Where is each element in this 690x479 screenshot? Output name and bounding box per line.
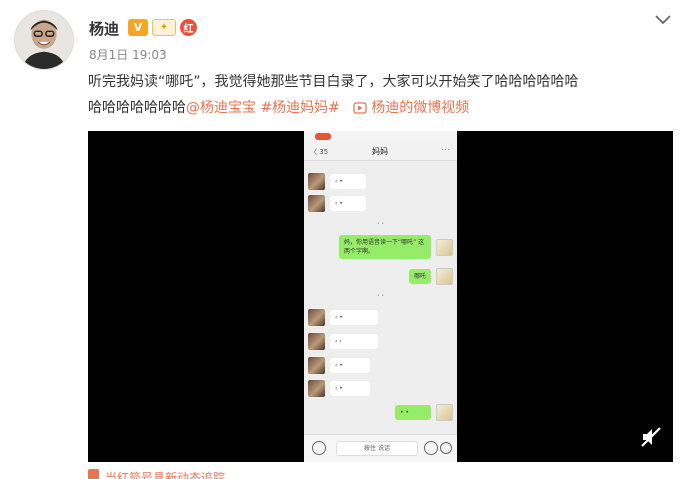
chat-avatar (436, 404, 453, 421)
footer-icon (88, 469, 99, 479)
text-bubble: 妈，你用语音读一下“哪吒” 这两个字啊。 (339, 235, 431, 259)
chat-message: 妈，你用语音读一下“哪吒” 这两个字啊。 (339, 235, 453, 259)
chat-input-bar: 按住 说话 (304, 434, 457, 462)
voice-icon (312, 441, 326, 455)
chat-message: ‹ • (308, 195, 366, 212)
avatar[interactable] (14, 10, 74, 70)
text-bubble: • • (395, 405, 431, 420)
red-badge-icon[interactable]: 红 (180, 18, 197, 36)
video-link-label: 杨迪的微博视频 (371, 100, 470, 116)
verified-icon[interactable]: V (128, 18, 148, 36)
chat-message: ‹ • (308, 380, 370, 397)
text-bubble: 哪吒 (408, 269, 431, 284)
footer-link[interactable]: 当红箭号具新动态追踪 (88, 465, 225, 479)
voice-bubble: ‹ • (330, 196, 366, 211)
voice-bubble: ‹ • (330, 174, 366, 189)
chat-back: 〈 35 (310, 148, 329, 156)
chat-avatar (308, 173, 325, 190)
chat-message: 哪吒 (408, 268, 453, 285)
chat-title: 妈妈 (372, 147, 388, 156)
chat-message: ‹ • (308, 357, 370, 374)
status-bar (304, 131, 457, 141)
chat-avatar (308, 309, 325, 326)
chat-avatar (308, 333, 325, 350)
chat-header: 〈 35 妈妈 ··· (304, 141, 457, 161)
phone-screenshot: 〈 35 妈妈 ··· ‹ • ‹ • • • 妈，你用语音读一下“哪吒” 这两… (304, 131, 457, 462)
post-text-part: 听完我妈读 (88, 74, 158, 90)
chevron-down-icon[interactable] (654, 14, 672, 26)
mention-link[interactable]: @杨迪宝宝 (186, 100, 256, 116)
mute-icon[interactable] (640, 426, 662, 448)
chat-avatar (308, 195, 325, 212)
post-text-part: 哈哈哈哈哈哈哈 (88, 100, 186, 116)
chat-avatar (308, 380, 325, 397)
voice-bubble: ‹ • (330, 310, 378, 325)
chat-avatar (436, 268, 453, 285)
member-icon[interactable]: ✦ (152, 18, 176, 36)
user-badges: V ✦ 红 (128, 17, 197, 37)
hold-to-talk: 按住 说话 (336, 441, 418, 456)
chat-message: • • (395, 404, 453, 421)
footer-text: 当红箭号具新动态追踪 (105, 471, 226, 479)
chat-timestamp: • • (376, 221, 385, 227)
post-text-part: ，我觉得她那些节目白录了，大家可以开始笑了哈哈哈哈哈哈 (200, 74, 579, 90)
chat-avatar (436, 238, 453, 256)
post-quote: “哪吒” (158, 74, 201, 90)
plus-icon (440, 442, 452, 454)
chat-more: ··· (441, 146, 451, 154)
chat-timestamp: • • (376, 293, 385, 299)
emoji-icon (424, 441, 438, 455)
username[interactable]: 杨迪 (89, 18, 119, 39)
voice-bubble: ‹ • (330, 381, 370, 396)
post-text: 听完我妈读“哪吒”，我觉得她那些节目白录了，大家可以开始笑了哈哈哈哈哈哈 哈哈哈… (88, 69, 678, 121)
chat-message: ‹ › (308, 333, 378, 350)
video-player[interactable]: 〈 35 妈妈 ··· ‹ • ‹ • • • 妈，你用语音读一下“哪吒” 这两… (88, 131, 673, 462)
post-timestamp[interactable]: 8月1日 19:03 (89, 46, 167, 63)
voice-bubble: ‹ › (330, 334, 378, 349)
voice-bubble: ‹ • (330, 358, 370, 373)
hashtag-link[interactable]: #杨迪妈妈# (260, 100, 339, 116)
chat-message: ‹ • (308, 173, 366, 190)
video-link[interactable]: 杨迪的微博视频 (353, 100, 469, 116)
status-pill (315, 133, 331, 140)
chat-message: ‹ • (308, 309, 378, 326)
chat-avatar (308, 357, 325, 374)
video-play-icon (353, 102, 367, 114)
